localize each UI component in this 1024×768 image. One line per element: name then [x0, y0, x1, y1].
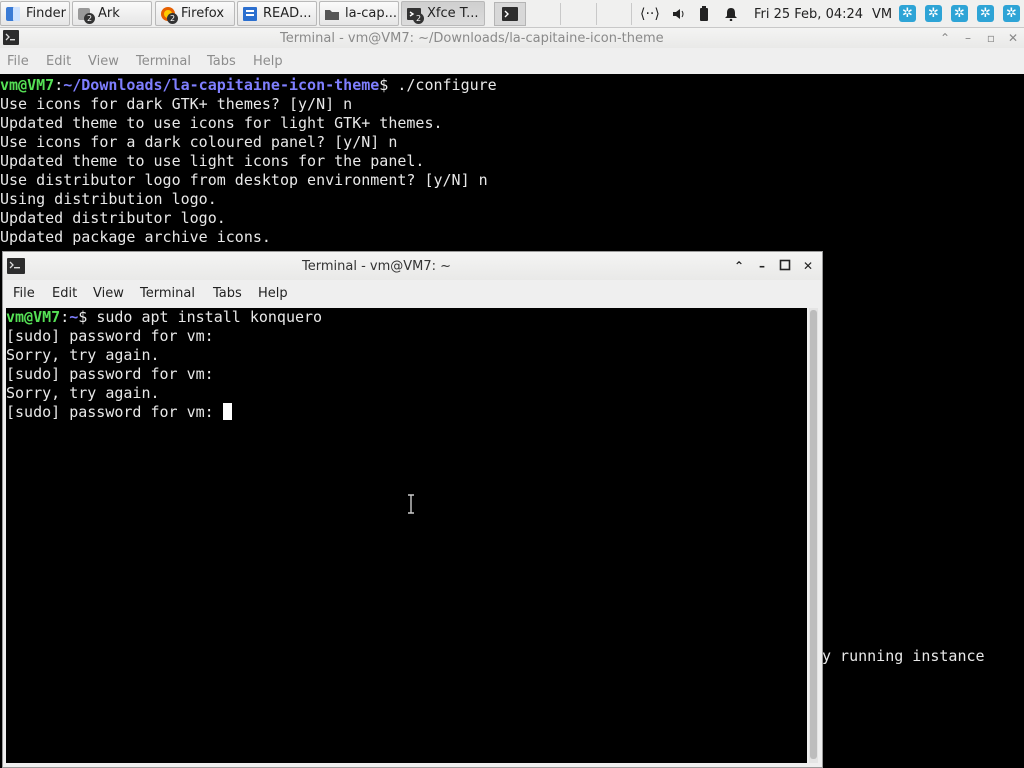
output-line: Updated distributor logo.: [0, 209, 226, 227]
menu-edit[interactable]: Edit: [52, 286, 77, 301]
prompt-path: ~: [69, 308, 79, 326]
chevron-up-icon[interactable]: ⌃: [938, 31, 952, 45]
taskbar-label: READ...: [263, 6, 312, 21]
menu-tabs[interactable]: Tabs: [213, 286, 242, 301]
menu-view[interactable]: View: [93, 286, 124, 301]
menu-terminal[interactable]: Terminal: [140, 286, 195, 301]
maximize-icon[interactable]: ▫: [984, 31, 998, 45]
close-icon[interactable]: ✕: [801, 259, 815, 273]
gear-icon[interactable]: ✲: [951, 5, 968, 22]
window-titlebar[interactable]: Terminal - vm@VM7: ~/Downloads/la-capita…: [0, 28, 1024, 48]
output-line: Updated theme to use icons for light GTK…: [0, 114, 443, 132]
taskbar-item-terminal[interactable]: 2 Xfce T...: [401, 1, 485, 26]
minimize-icon[interactable]: –: [961, 31, 975, 45]
taskbar-label: la-cap...: [345, 6, 398, 21]
window-count-badge: 2: [413, 12, 424, 24]
terminal-app-icon: [6, 257, 26, 279]
window-count-badge: 2: [167, 12, 178, 24]
top-panel: Finder ≡ 2 Ark 2 Firefox READ... la-cap.…: [0, 0, 1024, 28]
menubar: File Edit View Terminal Tabs Help: [3, 280, 822, 306]
user-label[interactable]: VM: [872, 4, 892, 24]
battery-icon[interactable]: [698, 4, 710, 24]
firefox-icon: 2: [160, 6, 178, 24]
notification-bell-icon[interactable]: [724, 4, 738, 24]
taskbar-label: Firefox: [181, 6, 225, 21]
scrollbar-thumb[interactable]: [810, 310, 817, 759]
output-line: Use distributor logo from desktop enviro…: [0, 171, 488, 189]
menu-edit[interactable]: Edit: [46, 54, 71, 69]
volume-icon[interactable]: [671, 4, 685, 24]
window-titlebar[interactable]: Terminal - vm@VM7: ~ ⌃ – ✕: [3, 252, 822, 280]
menu-tabs[interactable]: Tabs: [207, 54, 236, 69]
window-title: Terminal - vm@VM7: ~/Downloads/la-capita…: [280, 30, 664, 46]
gear-icon[interactable]: ✲: [1003, 5, 1020, 22]
output-line: Sorry, try again.: [6, 346, 160, 364]
panel-separator: [596, 3, 597, 25]
text-cursor: [222, 403, 232, 420]
output-line: Use icons for a dark coloured panel? [y/…: [0, 133, 398, 151]
taskbar-item-ark[interactable]: 2 Ark: [72, 1, 152, 26]
handle-icon: ≡: [68, 7, 69, 20]
panel-separator: [560, 3, 561, 25]
clock[interactable]: Fri 25 Feb, 04:24: [754, 4, 863, 24]
ibeam-cursor-icon: [407, 494, 415, 514]
output-line: Updated package archive icons.: [0, 228, 271, 246]
output-line: Updated theme to use light icons for the…: [0, 152, 425, 170]
prompt-user: vm@VM7: [6, 308, 61, 326]
output-line: Sorry, try again.: [6, 384, 160, 402]
prompt-line: vm@VM7:~$ sudo apt install konquero: [6, 308, 323, 326]
taskbar-label: Finder: [26, 6, 66, 21]
taskbar-item-readme[interactable]: READ...: [237, 1, 317, 26]
taskbar-item-folder[interactable]: la-cap...: [319, 1, 399, 26]
prompt-command: ./configure: [397, 76, 497, 94]
gear-icon[interactable]: ✲: [977, 5, 994, 22]
output-line: Using distribution logo.: [0, 190, 217, 208]
network-icon[interactable]: ⟨··⟩: [640, 4, 660, 24]
terminal-window-foreground[interactable]: Terminal - vm@VM7: ~ ⌃ – ✕ File Edit Vie…: [2, 251, 823, 768]
gear-icon[interactable]: ✲: [925, 5, 942, 22]
terminal-output[interactable]: vm@VM7:~$ sudo apt install konquero [sudo…: [6, 308, 807, 763]
terminal-app-icon: [2, 29, 20, 50]
scrollbar[interactable]: [809, 308, 818, 763]
ark-icon: 2: [77, 6, 95, 24]
launcher-terminal[interactable]: [494, 2, 526, 26]
panel-separator: [631, 3, 632, 25]
minimize-icon[interactable]: –: [755, 259, 769, 273]
prompt-line: vm@VM7:~/Downloads/la-capitaine-icon-the…: [0, 76, 497, 94]
document-icon: [242, 6, 258, 22]
menu-file[interactable]: File: [13, 286, 35, 301]
prompt-path: ~/Downloads/la-capitaine-icon-theme: [63, 76, 380, 94]
menubar: File Edit View Terminal Tabs Help: [0, 48, 1024, 74]
chevron-up-icon[interactable]: ⌃: [732, 259, 746, 273]
password-prompt: [sudo] password for vm:: [6, 403, 223, 421]
menu-file[interactable]: File: [7, 54, 29, 69]
prompt-command: sudo apt install konquero: [96, 308, 323, 326]
folder-icon: [324, 6, 340, 22]
output-line: Use icons for dark GTK+ themes? [y/N] n: [0, 95, 353, 113]
finder-icon: [5, 6, 21, 22]
menu-help[interactable]: Help: [253, 54, 283, 69]
close-icon[interactable]: ✕: [1006, 31, 1020, 45]
output-line: [sudo] password for vm:: [6, 327, 214, 345]
menu-view[interactable]: View: [88, 54, 119, 69]
window-title: Terminal - vm@VM7: ~: [302, 259, 452, 274]
prompt-user: vm@VM7: [0, 76, 55, 94]
password-prompt-line[interactable]: [sudo] password for vm:: [6, 403, 807, 422]
taskbar-item-firefox[interactable]: 2 Firefox: [155, 1, 235, 26]
menu-terminal[interactable]: Terminal: [136, 54, 191, 69]
terminal-icon: [502, 7, 518, 21]
output-fragment: y running instance: [822, 647, 985, 665]
taskbar-item-finder[interactable]: Finder ≡: [0, 1, 70, 26]
terminal-icon: 2: [406, 6, 424, 24]
maximize-icon[interactable]: [778, 259, 792, 273]
window-count-badge: 2: [84, 12, 95, 24]
menu-help[interactable]: Help: [258, 286, 288, 301]
taskbar-label: Ark: [98, 6, 120, 21]
taskbar-label: Xfce T...: [427, 6, 479, 21]
output-line: [sudo] password for vm:: [6, 365, 214, 383]
gear-icon[interactable]: ✲: [899, 5, 916, 22]
